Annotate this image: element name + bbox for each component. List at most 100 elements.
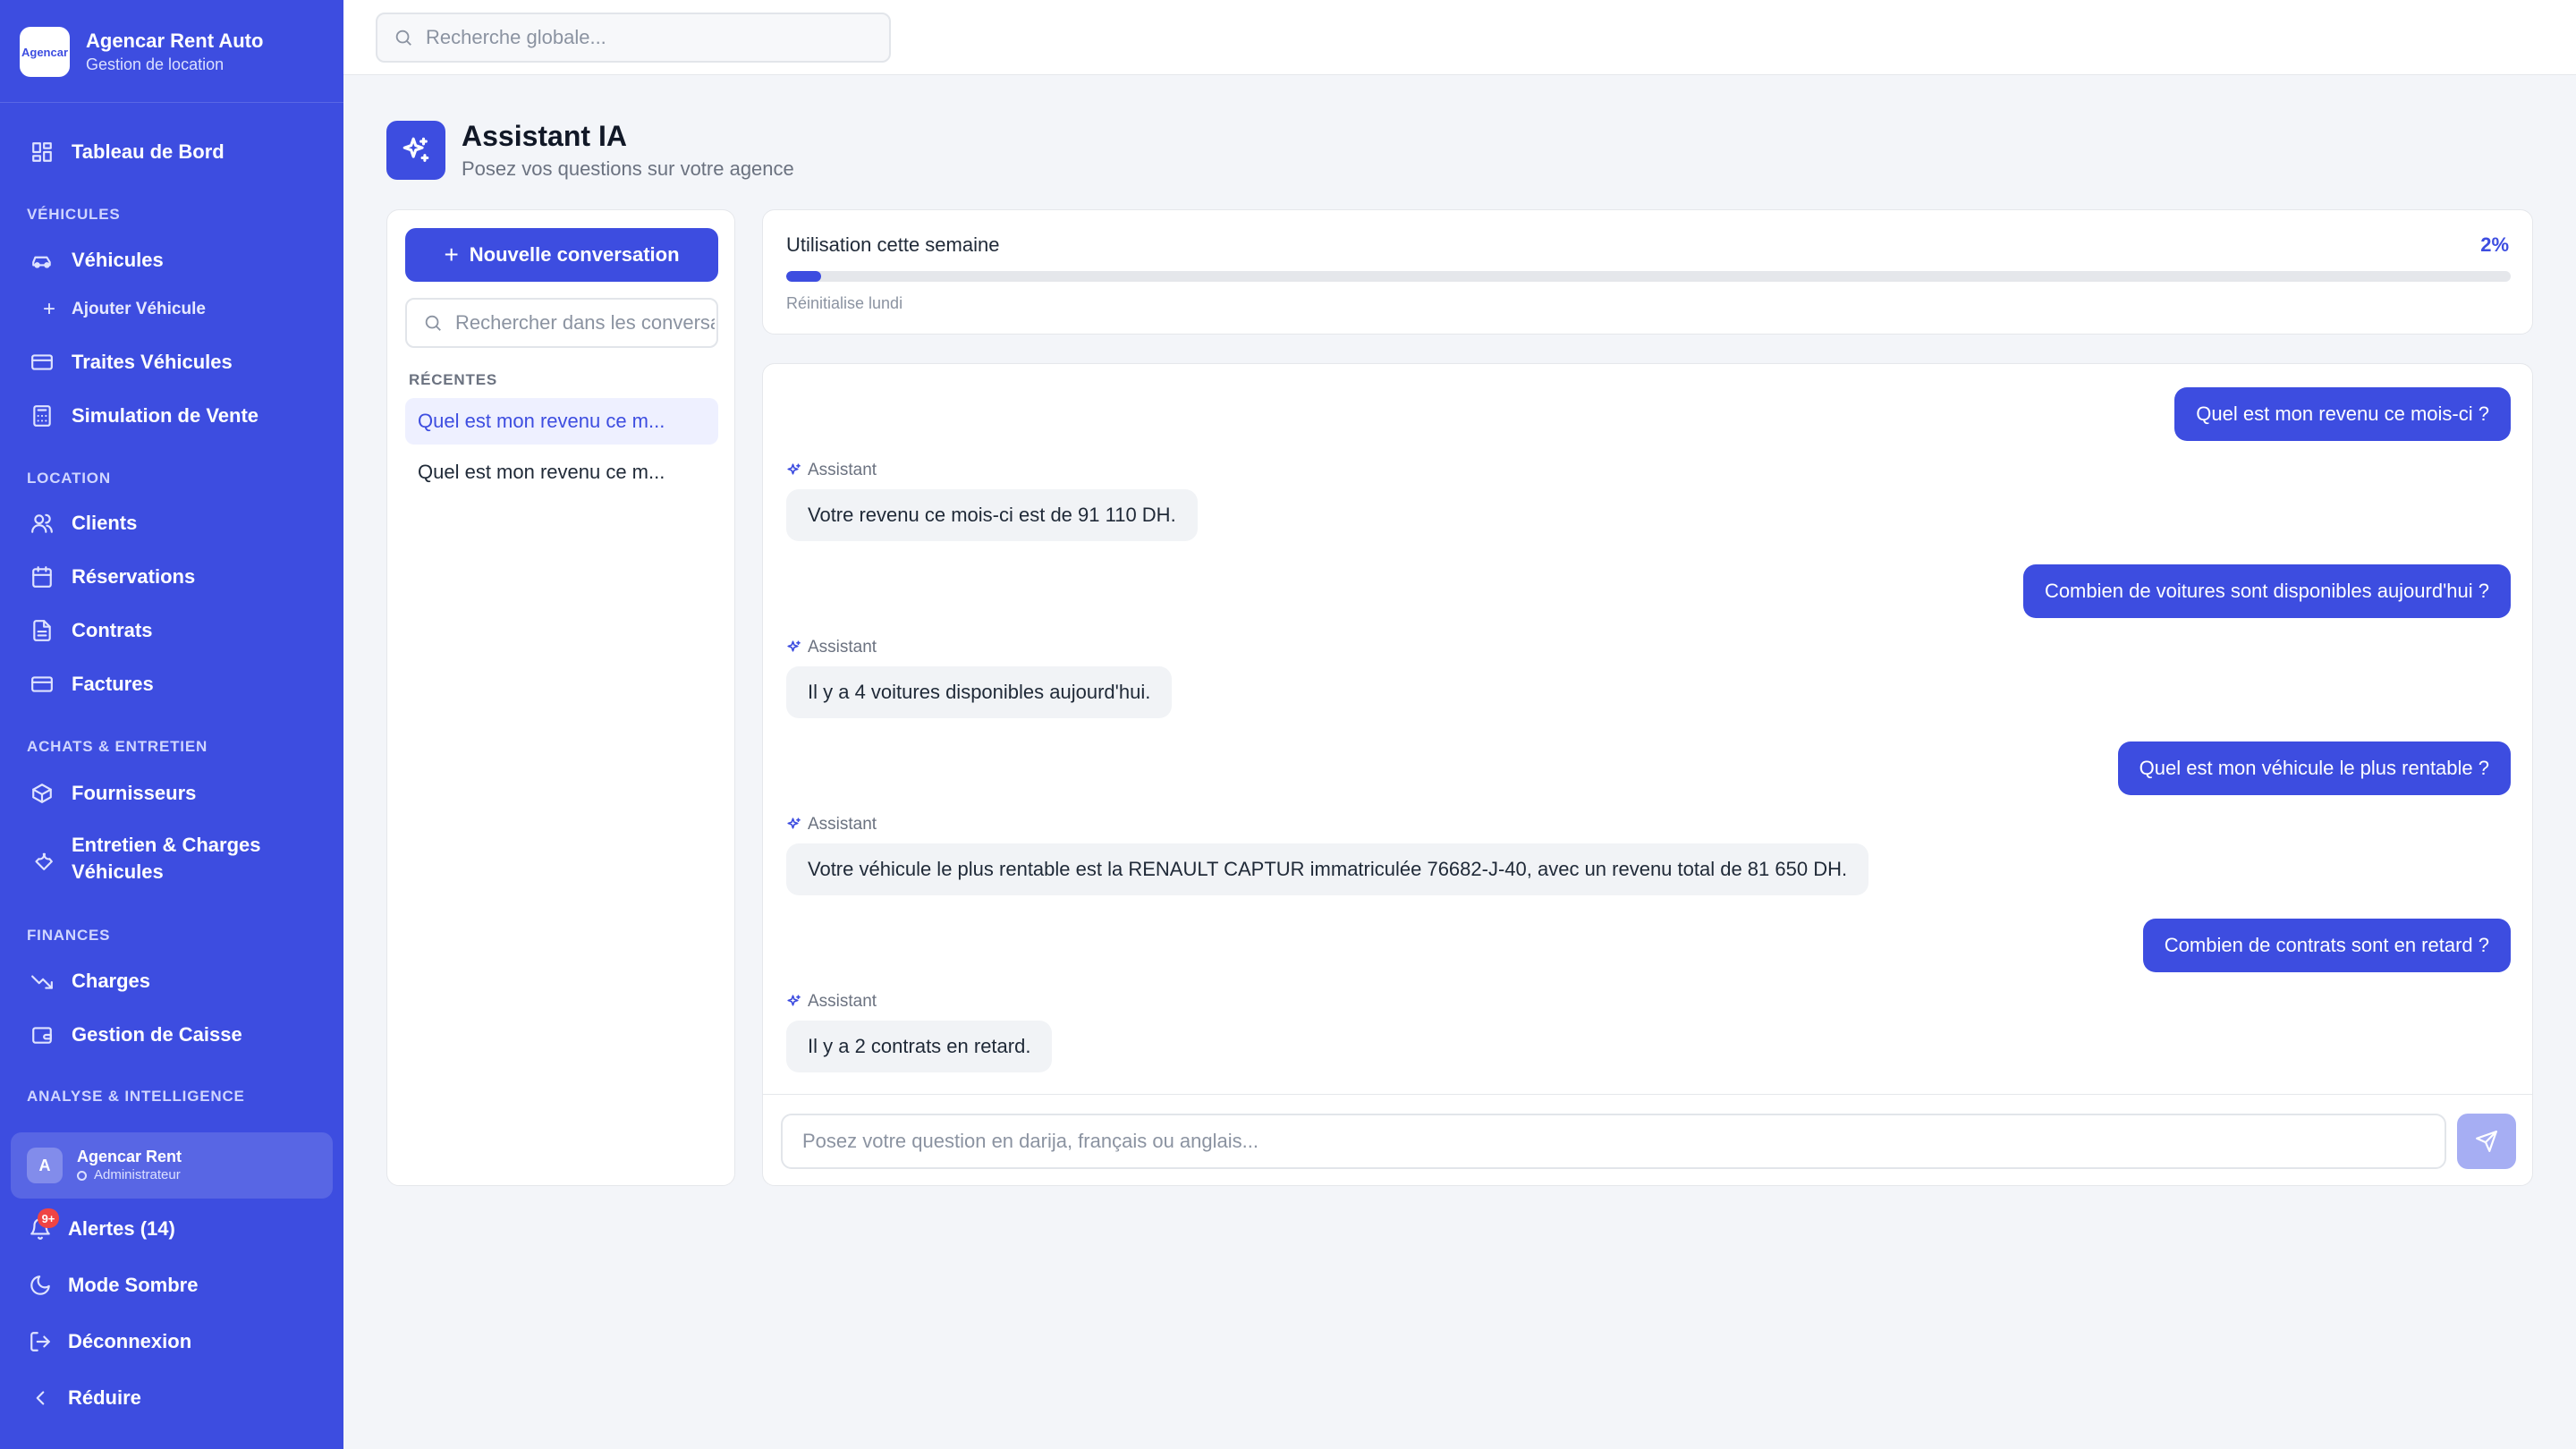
conversations-panel: + Nouvelle conversation RÉCENTES Quel est…: [386, 209, 735, 1186]
topbar: [343, 0, 2576, 75]
alerts-button[interactable]: 9+ Alertes (14): [29, 1208, 175, 1241]
sidebar-item-label: Tableau de Bord: [72, 140, 225, 163]
brand-logo-text: Agencar: [21, 45, 69, 59]
sparkles-icon: [787, 463, 801, 475]
user-message: Quel est mon revenu ce mois-ci ?: [2174, 387, 2511, 441]
dark-mode-label: Mode Sombre: [68, 1274, 199, 1296]
wallet-icon: [30, 1023, 54, 1046]
usage-card: Utilisation cette semaine 2% Réinitialis…: [762, 209, 2533, 335]
chat-divider: [763, 1094, 2532, 1095]
calendar-icon: [30, 565, 54, 589]
assistant-message: Il y a 4 voitures disponibles aujourd'hu…: [786, 666, 1173, 718]
sidebar-item-reservations[interactable]: Réservations: [30, 559, 195, 595]
sidebar-item-label: Gestion de Caisse: [72, 1023, 242, 1046]
user-card[interactable]: A Agencar Rent Administrateur: [11, 1132, 333, 1199]
section-label-finances: FINANCES: [27, 927, 111, 944]
assistant-message: Il y a 2 contrats en retard.: [786, 1021, 1053, 1072]
brand-divider: [0, 102, 343, 103]
sidebar-item-simulation[interactable]: Simulation de Vente: [30, 398, 258, 434]
page-subtitle: Posez vos questions sur votre agence: [462, 157, 794, 180]
send-button[interactable]: [2457, 1114, 2516, 1169]
conversation-search-input[interactable]: [455, 311, 715, 335]
alerts-label: Alertes (14): [68, 1217, 175, 1240]
moon-icon: [29, 1274, 52, 1297]
users-icon: [30, 512, 54, 535]
page-title: Assistant IA: [462, 120, 627, 152]
section-label-location: LOCATION: [27, 470, 111, 487]
recent-label: RÉCENTES: [409, 371, 497, 388]
sidebar-item-dashboard[interactable]: Tableau de Bord: [30, 134, 225, 170]
usage-progress-bar: [786, 271, 2511, 282]
conversation-item[interactable]: Quel est mon revenu ce m...: [405, 398, 718, 445]
plus-icon: +: [43, 297, 56, 321]
user-name: Agencar Rent: [77, 1148, 182, 1165]
plus-icon: +: [444, 241, 459, 268]
sidebar-item-label: Simulation de Vente: [72, 404, 259, 427]
sidebar-item-label: Factures: [72, 673, 154, 695]
assistant-label: Assistant: [786, 638, 877, 657]
avatar: A: [27, 1148, 63, 1183]
brand-logo: Agencar: [20, 27, 70, 77]
assistant-label-text: Assistant: [808, 815, 877, 834]
usage-title: Utilisation cette semaine: [786, 233, 1000, 256]
sparkles-icon: [787, 818, 801, 829]
section-label-vehicules: VÉHICULES: [27, 206, 121, 223]
assistant-label-text: Assistant: [808, 461, 877, 479]
sidebar-item-fournisseurs[interactable]: Fournisseurs: [30, 775, 196, 811]
sidebar-item-factures[interactable]: Factures: [30, 666, 154, 702]
sidebar-item-label: Charges: [72, 970, 151, 992]
conversation-item[interactable]: Quel est mon revenu ce m...: [405, 449, 718, 496]
sidebar-item-traites[interactable]: Traites Véhicules: [30, 344, 233, 380]
usage-reset-note: Réinitialise lundi: [786, 294, 903, 312]
user-message: Quel est mon véhicule le plus rentable ?: [2117, 741, 2511, 795]
sidebar-item-vehicules[interactable]: Véhicules: [30, 242, 164, 278]
collapse-button[interactable]: Réduire: [29, 1386, 141, 1410]
calculator-icon: [30, 404, 54, 428]
sparkles-icon: [787, 640, 801, 652]
user-role: Administrateur: [77, 1166, 182, 1184]
chevron-left-icon: [29, 1386, 52, 1410]
logout-button[interactable]: Déconnexion: [29, 1330, 191, 1353]
new-conversation-button[interactable]: + Nouvelle conversation: [405, 228, 718, 282]
search-icon: [395, 30, 411, 46]
grid-icon: [30, 140, 54, 164]
credit-card-icon: [30, 351, 54, 374]
sidebar-item-label: Ajouter Véhicule: [72, 300, 206, 318]
assistant-message: Votre véhicule le plus rentable est la R…: [786, 843, 1869, 895]
dark-mode-button[interactable]: Mode Sombre: [29, 1274, 198, 1297]
assistant-message: Votre revenu ce mois-ci est de 91 110 DH…: [786, 489, 1198, 541]
sidebar-item-label: Contrats: [72, 619, 153, 641]
brand[interactable]: Agencar Agencar Rent Auto Gestion de loc…: [20, 27, 263, 77]
chat-panel: Quel est mon revenu ce mois-ci ? Assista…: [762, 363, 2533, 1186]
chat-input[interactable]: [781, 1114, 2446, 1169]
file-text-icon: [30, 619, 54, 642]
sidebar-item-entretien[interactable]: Entretien & Charges Véhicules: [30, 832, 261, 889]
assistant-icon: [386, 121, 445, 180]
alerts-badge: 9+: [38, 1208, 59, 1228]
user-role-label: Administrateur: [94, 1167, 181, 1182]
assistant-label: Assistant: [786, 815, 877, 835]
search-icon: [425, 315, 441, 331]
conversation-search[interactable]: [405, 298, 718, 348]
sidebar-item-charges[interactable]: Charges: [30, 963, 150, 999]
sidebar-item-contrats[interactable]: Contrats: [30, 613, 152, 648]
assistant-label-text: Assistant: [808, 638, 877, 657]
sidebar-item-label: Clients: [72, 512, 138, 534]
send-icon: [2476, 1131, 2497, 1152]
sidebar-item-label-line2: Véhicules: [72, 860, 164, 883]
global-search[interactable]: [376, 13, 891, 63]
collapse-label: Réduire: [68, 1386, 141, 1409]
global-search-input[interactable]: [426, 26, 873, 49]
wrench-icon: [30, 848, 54, 871]
sidebar-item-label: Véhicules: [72, 249, 164, 271]
section-label-analyse: ANALYSE & INTELLIGENCE: [27, 1088, 245, 1105]
sidebar-item-ajouter-vehicule[interactable]: + Ajouter Véhicule: [43, 297, 206, 322]
sparkles-icon: [787, 995, 801, 1006]
user-message: Combien de voitures sont disponibles auj…: [2022, 564, 2511, 618]
sidebar-item-label: Réservations: [72, 565, 196, 588]
status-dot-icon: [77, 1170, 87, 1181]
brand-subtitle: Gestion de location: [86, 55, 225, 73]
sidebar-item-caisse[interactable]: Gestion de Caisse: [30, 1017, 242, 1053]
sidebar-item-clients[interactable]: Clients: [30, 505, 137, 541]
sidebar-item-label: Fournisseurs: [72, 782, 197, 804]
